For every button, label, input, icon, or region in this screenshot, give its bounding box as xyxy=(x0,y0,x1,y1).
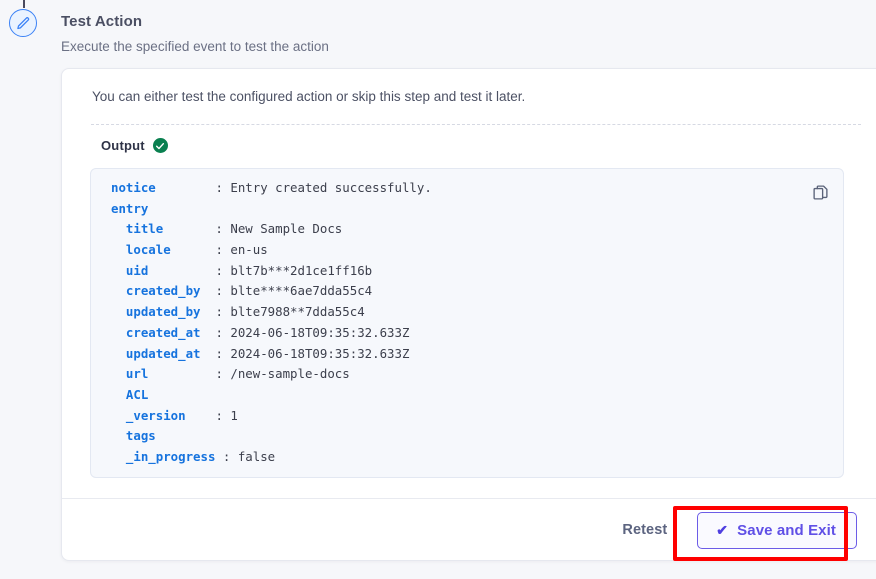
code-value: en-us xyxy=(230,242,268,258)
code-line: notice : Entry created successfully. xyxy=(111,178,432,199)
code-line: title : New Sample Docs xyxy=(111,219,432,240)
code-separator: : xyxy=(148,366,231,382)
code-separator: : xyxy=(200,304,231,320)
output-code-block: notice : Entry created successfully. entr… xyxy=(90,168,844,478)
code-key: uid xyxy=(111,262,149,278)
code-line: uid : blt7b***2d1ce1ff16b xyxy=(111,261,432,282)
code-key: tags xyxy=(111,428,156,444)
code-key: created_by xyxy=(111,283,201,299)
card-footer: Retest ✔ Save and Exit xyxy=(62,499,876,560)
code-value: blt7b***2d1ce1ff16b xyxy=(230,262,373,278)
copy-icon[interactable] xyxy=(809,181,831,203)
code-key: _in_progress xyxy=(111,448,216,464)
code-key: entry xyxy=(111,200,149,216)
code-value: 2024-06-18T09:35:32.633Z xyxy=(230,324,410,340)
code-key: updated_at xyxy=(111,345,201,361)
page-title: Test Action xyxy=(61,13,143,30)
code-value: New Sample Docs xyxy=(230,221,343,237)
code-line: tags xyxy=(111,426,432,447)
code-key: ACL xyxy=(111,386,149,402)
code-key: locale xyxy=(111,242,171,258)
test-action-card: You can either test the configured actio… xyxy=(61,68,876,561)
code-key: created_at xyxy=(111,324,201,340)
card-intro-text: You can either test the configured actio… xyxy=(92,89,526,104)
code-separator: : xyxy=(163,221,231,237)
step-connector-line xyxy=(23,0,25,8)
code-key: notice xyxy=(111,180,156,195)
code-value: 1 xyxy=(230,407,238,423)
code-separator: : xyxy=(200,283,231,299)
code-separator: : xyxy=(200,345,231,361)
code-separator: : xyxy=(148,262,231,278)
retest-button[interactable]: Retest xyxy=(618,516,671,544)
check-icon: ✔ xyxy=(716,522,729,538)
code-line: locale : en-us xyxy=(111,240,432,261)
code-key: title xyxy=(111,221,164,237)
step-rail xyxy=(6,0,46,579)
code-line: _version : 1 xyxy=(111,406,432,427)
dashed-divider xyxy=(91,124,861,125)
code-line: created_at : 2024-06-18T09:35:32.633Z xyxy=(111,323,432,344)
code-value: false xyxy=(237,448,276,464)
code-line: updated_at : 2024-06-18T09:35:32.633Z xyxy=(111,344,432,365)
code-value: Entry created successfully. xyxy=(230,180,432,195)
code-line: entry xyxy=(111,199,432,220)
code-output-text: notice : Entry created successfully. entr… xyxy=(111,178,432,468)
code-key: url xyxy=(111,366,149,382)
code-line: _in_progress : false xyxy=(111,447,432,468)
code-separator: : xyxy=(185,407,231,423)
code-value: /new-sample-docs xyxy=(230,366,350,382)
code-line: updated_by : blte7988**7dda55c4 xyxy=(111,302,432,323)
code-line: created_by : blte****6ae7dda55c4 xyxy=(111,281,432,302)
output-label: Output xyxy=(101,138,145,153)
pencil-edit-icon xyxy=(9,9,37,37)
code-value: blte7988**7dda55c4 xyxy=(230,304,365,320)
code-line: ACL xyxy=(111,385,432,406)
code-line: url : /new-sample-docs xyxy=(111,364,432,385)
page-subtitle: Execute the specified event to test the … xyxy=(61,39,329,54)
code-separator: : xyxy=(215,448,238,464)
code-value: 2024-06-18T09:35:32.633Z xyxy=(230,345,410,361)
code-key: _version xyxy=(111,407,186,423)
code-separator: : xyxy=(200,324,231,340)
section-header: Test Action Execute the specified event … xyxy=(61,12,761,57)
save-and-exit-label: Save and Exit xyxy=(737,521,836,539)
code-separator: : xyxy=(170,242,231,258)
save-and-exit-button[interactable]: ✔ Save and Exit xyxy=(697,511,857,549)
code-key: updated_by xyxy=(111,304,201,320)
output-header-row: Output xyxy=(101,138,168,153)
check-circle-icon xyxy=(152,138,168,153)
code-value: blte****6ae7dda55c4 xyxy=(230,283,373,299)
code-separator: : xyxy=(155,180,231,195)
